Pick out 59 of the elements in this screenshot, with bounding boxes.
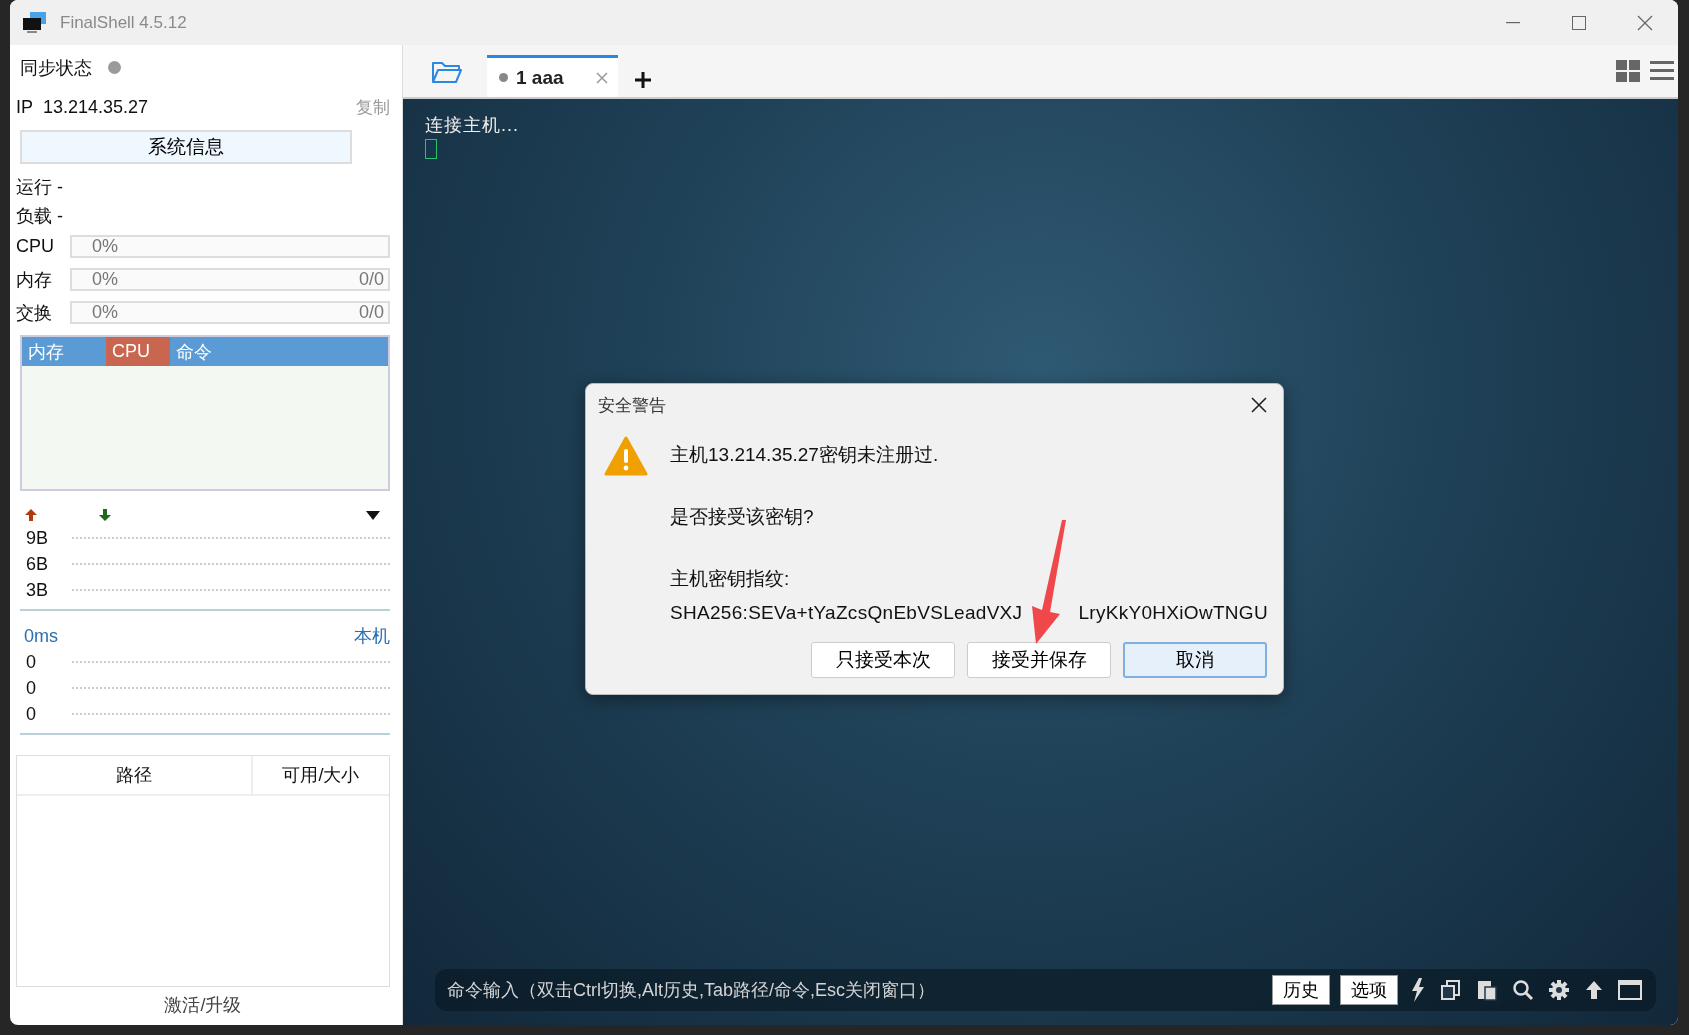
window-title: FinalShell 4.5.12: [60, 12, 188, 33]
fingerprint-text: SHA256:SEVa+tYaZcsQnEbVSLeadVXJ: [670, 602, 1023, 624]
dialog-message: 主机13.214.35.27密钥未注册过.: [670, 443, 940, 467]
grid-view-icon[interactable]: [1616, 60, 1640, 82]
maximize-icon[interactable]: [1572, 15, 1586, 30]
dialog-question: 是否接受该密钥?: [670, 505, 815, 529]
system-info-button[interactable]: 系统信息: [20, 130, 352, 164]
window-icon[interactable]: [1616, 980, 1644, 1000]
meter-label: 交换: [16, 301, 53, 325]
axis-tick: 6B: [26, 553, 50, 575]
usage-detail: 0/0: [358, 269, 384, 290]
warning-icon: [604, 436, 648, 476]
settings-icon[interactable]: [1546, 979, 1572, 1001]
session-tab[interactable]: 1 aaa: [487, 55, 618, 97]
toolbar-button[interactable]: 选项: [1340, 975, 1398, 1005]
terminal-line: 连接主机...: [425, 114, 520, 137]
axis-tick: 3B: [26, 579, 50, 601]
minimize-icon[interactable]: [1506, 21, 1520, 24]
host-label: 本机: [354, 625, 390, 648]
search-icon[interactable]: [1510, 979, 1536, 1001]
terminal-cursor: [425, 139, 437, 159]
activate-upgrade-link[interactable]: 激活/升级: [164, 993, 242, 1017]
latency-reading: 0ms: [24, 625, 58, 647]
column-header[interactable]: 可用/大小: [253, 756, 389, 794]
column-header[interactable]: CPU: [106, 337, 170, 366]
dialog-button[interactable]: 取消: [1123, 642, 1267, 678]
toolbar-button[interactable]: 历史: [1272, 975, 1330, 1005]
fingerprint-text: LryKkY0HXiOwTNGU: [1078, 602, 1268, 624]
dialog-title: 安全警告: [598, 394, 666, 417]
dropdown-caret-icon[interactable]: [366, 510, 380, 520]
download-arrow-icon: [98, 508, 112, 522]
column-header[interactable]: 路径: [17, 756, 253, 794]
ip-address: IP 13.214.35.27: [16, 96, 149, 118]
fingerprint-label: 主机密钥指纹:: [670, 567, 791, 591]
meter-label: 内存: [16, 268, 53, 292]
meter-label: CPU: [16, 236, 55, 257]
command-bar[interactable]: 命令输入（双击Ctrl切换,Alt历史,Tab路径/命令,Esc关闭窗口） 历史 选项: [435, 969, 1656, 1011]
axis-tick: 0: [26, 703, 37, 725]
usage-reading: 0%: [92, 302, 118, 323]
upload-arrow-icon: [24, 508, 38, 522]
axis-tick: 9B: [26, 527, 50, 549]
usage-reading: 0%: [92, 236, 118, 257]
status-dot: [499, 73, 508, 82]
app-monitor-icon: [22, 10, 48, 35]
sync-status-label: 同步状态: [20, 56, 92, 80]
close-icon[interactable]: [596, 71, 608, 84]
stat-text: 运行 -: [16, 175, 63, 199]
dialog-button[interactable]: 接受并保存: [967, 642, 1111, 678]
stat-text: 负载 -: [16, 204, 63, 228]
axis-tick: 0: [26, 677, 37, 699]
axis-tick: 0: [26, 651, 37, 673]
usage-detail: 0/0: [358, 302, 384, 323]
command-input[interactable]: 命令输入（双击Ctrl切换,Alt历史,Tab路径/命令,Esc关闭窗口）: [445, 978, 1262, 1002]
menu-icon[interactable]: [1650, 60, 1674, 80]
add-tab-icon[interactable]: [634, 71, 652, 89]
dialog-button[interactable]: 只接受本次: [811, 642, 955, 678]
close-icon[interactable]: [1637, 14, 1653, 31]
folder-icon[interactable]: [431, 60, 463, 84]
usage-reading: 0%: [92, 269, 118, 290]
